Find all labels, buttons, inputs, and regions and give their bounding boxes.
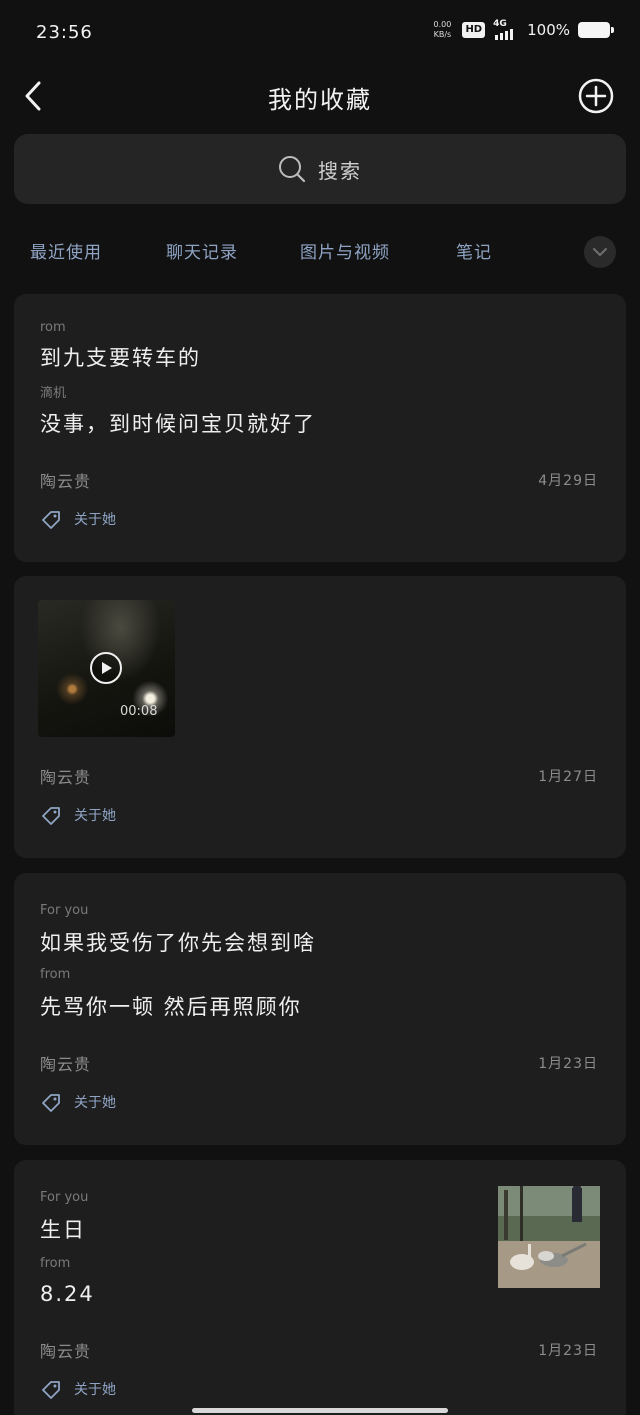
chat-message: 先骂你一顿 然后再照顾你	[40, 995, 302, 1019]
tag-icon	[42, 511, 60, 529]
tag-icon	[42, 1094, 60, 1112]
search-input[interactable]: 搜索	[14, 134, 626, 204]
item-source: 陶云贵	[40, 1342, 92, 1361]
network-speed: 0.00 KB/s	[430, 20, 454, 40]
status-time: 23:56	[36, 22, 93, 43]
tab-recent[interactable]: 最近使用	[30, 238, 102, 263]
item-date: 1月23日	[538, 1343, 598, 1359]
tab-photos-videos[interactable]: 图片与视频	[300, 238, 390, 263]
item-source: 陶云贵	[40, 472, 92, 491]
network-speed-unit: KB/s	[433, 30, 452, 39]
add-button[interactable]	[578, 78, 614, 114]
chat-sender: from	[40, 1256, 71, 1271]
video-duration: 00:08	[120, 704, 158, 719]
battery-percent: 100%	[527, 21, 570, 39]
item-tag[interactable]: 关于她	[40, 1091, 116, 1113]
search-placeholder: 搜索	[318, 158, 362, 183]
expand-tabs-button[interactable]	[584, 236, 616, 268]
chat-message: 生日	[40, 1218, 86, 1242]
chevron-down-icon	[593, 248, 607, 256]
signal-icon: 4G	[493, 20, 519, 40]
favorite-item[interactable]: rom 到九支要转车的 滴机 没事，到时候问宝贝就好了 陶云贵 4月29日 关于…	[14, 294, 626, 562]
tag-icon	[42, 807, 60, 825]
play-icon[interactable]	[90, 652, 122, 684]
battery-icon	[578, 22, 614, 38]
photo-thumbnail[interactable]	[498, 1186, 600, 1288]
plus-circle-icon	[578, 78, 614, 114]
tag-icon	[42, 1381, 60, 1399]
chat-message: 没事，到时候问宝贝就好了	[40, 412, 316, 436]
favorite-item[interactable]: For you 生日 from 8.24 陶云贵 1月23日 关于她	[14, 1160, 626, 1415]
chat-sender: from	[40, 967, 71, 982]
item-tag[interactable]: 关于她	[40, 804, 116, 826]
item-tag[interactable]: 关于她	[40, 1378, 116, 1400]
chat-message: 8.24	[40, 1282, 95, 1306]
chat-message: 到九支要转车的	[40, 346, 201, 370]
chat-sender: For you	[40, 1190, 89, 1205]
chat-sender: rom	[40, 320, 66, 335]
filter-tabs: 最近使用 聊天记录 图片与视频 笔记	[0, 228, 640, 272]
item-date: 1月23日	[538, 1056, 598, 1072]
tag-label: 关于她	[74, 512, 116, 528]
tag-label: 关于她	[74, 1095, 116, 1111]
favorite-item[interactable]: For you 如果我受伤了你先会想到啥 from 先骂你一顿 然后再照顾你 陶…	[14, 873, 626, 1145]
favorite-item[interactable]: 00:08 陶云贵 1月27日 关于她	[14, 576, 626, 858]
chat-sender: 滴机	[40, 386, 67, 401]
tag-label: 关于她	[74, 808, 116, 824]
home-indicator[interactable]	[192, 1408, 448, 1413]
tab-chat-history[interactable]: 聊天记录	[166, 238, 238, 263]
hd-badge: HD	[462, 22, 486, 38]
item-date: 4月29日	[538, 473, 598, 489]
item-tag[interactable]: 关于她	[40, 508, 116, 530]
item-date: 1月27日	[538, 769, 598, 785]
status-indicators: 0.00 KB/s HD 4G 100%	[430, 20, 614, 40]
status-bar: 23:56 0.00 KB/s HD 4G 100%	[0, 0, 640, 64]
page-title: 我的收藏	[268, 86, 372, 114]
chat-sender: For you	[40, 903, 89, 918]
video-thumbnail[interactable]: 00:08	[38, 600, 175, 737]
item-source: 陶云贵	[40, 768, 92, 787]
network-type: 4G	[493, 19, 507, 29]
search-icon	[279, 156, 306, 183]
tab-notes[interactable]: 笔记	[456, 238, 492, 263]
nav-bar: 我的收藏	[0, 64, 640, 128]
item-source: 陶云贵	[40, 1055, 92, 1074]
network-speed-value: 0.00	[433, 20, 452, 29]
tag-label: 关于她	[74, 1382, 116, 1398]
chat-message: 如果我受伤了你先会想到啥	[40, 931, 316, 955]
